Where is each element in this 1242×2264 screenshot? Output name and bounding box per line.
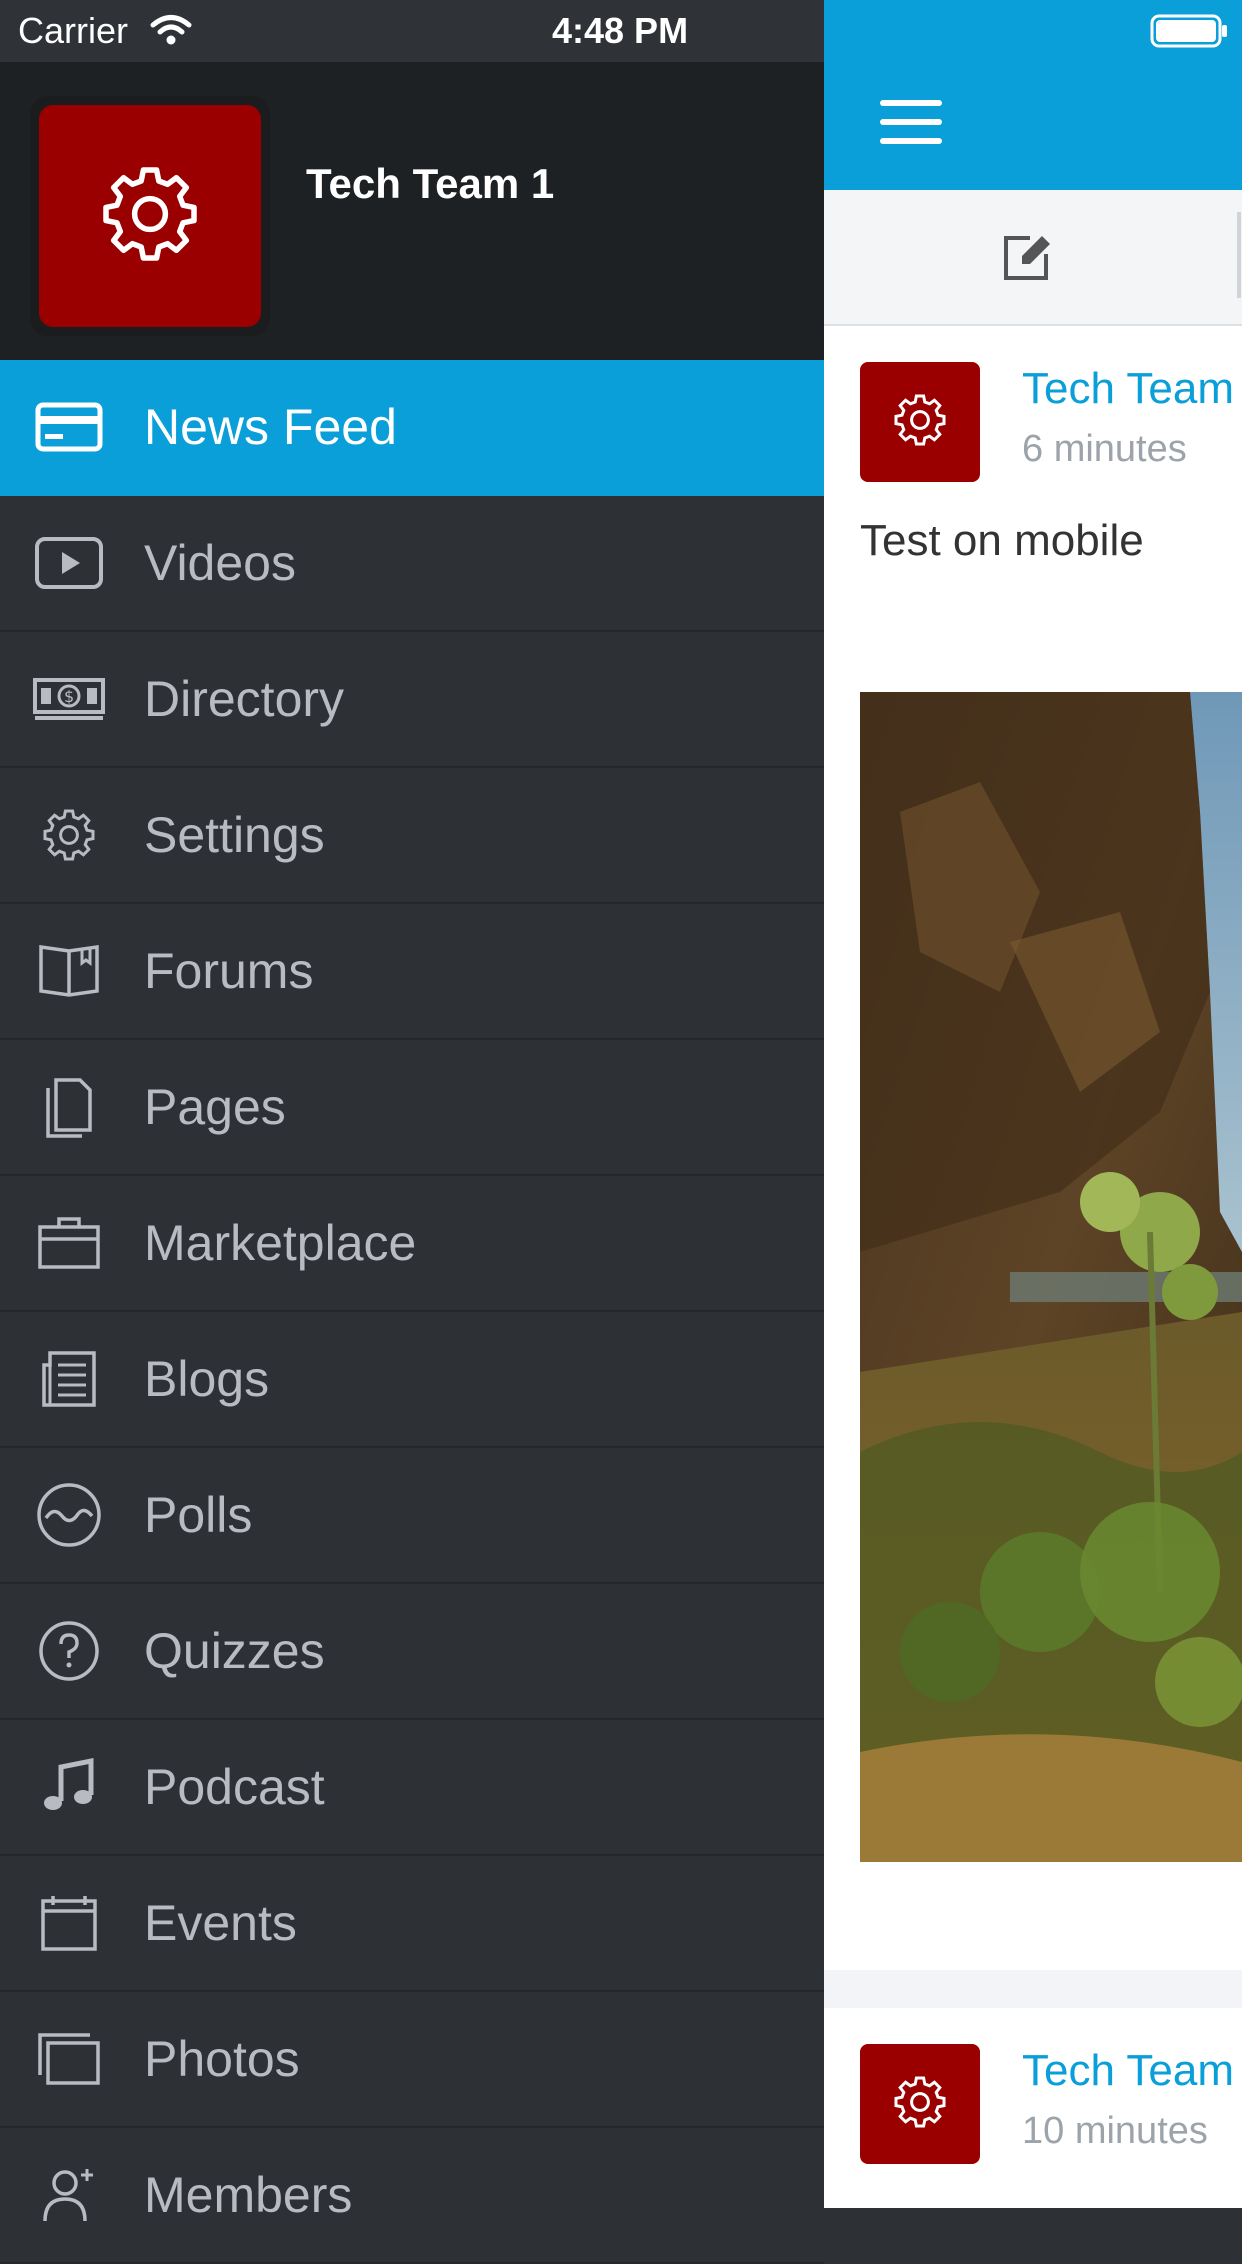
post-author[interactable]: Tech Team xyxy=(1022,364,1234,414)
menu-item-directory[interactable]: $ Directory xyxy=(0,632,824,768)
menu-item-blogs[interactable]: Blogs xyxy=(0,1312,824,1448)
menu-item-label: Photos xyxy=(144,2031,300,2087)
status-bar: Carrier 4:48 PM xyxy=(0,0,1242,62)
compose-icon[interactable] xyxy=(1000,232,1052,289)
book-icon xyxy=(32,934,106,1008)
drawer-header: Tech Team 1 xyxy=(0,62,824,360)
music-note-icon xyxy=(32,1750,106,1824)
menu-item-label: Forums xyxy=(144,943,314,999)
menu-item-polls[interactable]: Polls xyxy=(0,1448,824,1584)
svg-text:$: $ xyxy=(64,687,74,706)
play-icon xyxy=(32,526,106,600)
card-icon xyxy=(32,390,106,464)
menu-item-label: Quizzes xyxy=(144,1623,325,1679)
feed-post: Tech Team 10 minutes xyxy=(824,2008,1242,2208)
battery-icon xyxy=(1150,14,1230,53)
main-content: Tech Team 6 minutes Test on mobile Tech … xyxy=(824,62,1242,2208)
document-icon xyxy=(32,1070,106,1144)
gear-icon xyxy=(890,390,950,455)
menu-item-label: News Feed xyxy=(144,399,397,455)
status-time: 4:48 PM xyxy=(552,10,689,51)
post-photo[interactable] xyxy=(860,692,1242,1862)
compose-divider xyxy=(1237,212,1241,298)
menu-item-label: Marketplace xyxy=(144,1215,417,1271)
profile-name[interactable]: Tech Team 1 xyxy=(306,160,554,208)
feed-post: Tech Team 6 minutes Test on mobile xyxy=(824,326,1242,1970)
post-timestamp: 6 minutes xyxy=(1022,428,1187,470)
side-drawer: Tech Team 1 News Feed Videos $ Directory… xyxy=(0,62,824,2264)
briefcase-icon xyxy=(32,1206,106,1280)
money-icon: $ xyxy=(32,662,106,736)
wave-icon xyxy=(32,1478,106,1552)
menu-item-label: Members xyxy=(144,2167,353,2223)
menu-item-label: Pages xyxy=(144,1079,286,1135)
profile-avatar-inner xyxy=(39,105,261,327)
top-bar xyxy=(824,62,1242,190)
menu-item-members[interactable]: Members xyxy=(0,2128,824,2264)
menu-item-label: Polls xyxy=(144,1487,253,1543)
drawer-menu: News Feed Videos $ Directory Settings Fo… xyxy=(0,360,824,2264)
gear-icon xyxy=(32,798,106,872)
menu-item-label: Directory xyxy=(144,671,345,727)
compose-bar xyxy=(824,190,1242,326)
menu-item-videos[interactable]: Videos xyxy=(0,496,824,632)
menu-item-label: Events xyxy=(144,1895,297,1951)
menu-item-events[interactable]: Events xyxy=(0,1856,824,1992)
menu-item-settings[interactable]: Settings xyxy=(0,768,824,904)
menu-item-forums[interactable]: Forums xyxy=(0,904,824,1040)
newspaper-icon xyxy=(32,1342,106,1416)
post-avatar[interactable] xyxy=(860,2044,980,2164)
menu-item-pages[interactable]: Pages xyxy=(0,1040,824,1176)
post-author[interactable]: Tech Team xyxy=(1022,2046,1234,2096)
menu-item-podcast[interactable]: Podcast xyxy=(0,1720,824,1856)
calendar-icon xyxy=(32,1886,106,1960)
menu-item-news-feed[interactable]: News Feed xyxy=(0,360,824,496)
gear-icon xyxy=(95,159,205,274)
menu-item-label: Settings xyxy=(144,807,325,863)
post-avatar[interactable] xyxy=(860,362,980,482)
carrier-label: Carrier xyxy=(18,10,129,51)
wifi-icon xyxy=(150,14,192,51)
menu-icon[interactable] xyxy=(880,100,942,150)
post-text: Test on mobile xyxy=(860,516,1144,565)
menu-item-marketplace[interactable]: Marketplace xyxy=(0,1176,824,1312)
photos-icon xyxy=(32,2022,106,2096)
gear-icon xyxy=(890,2072,950,2137)
post-timestamp: 10 minutes xyxy=(1022,2110,1208,2152)
menu-item-label: Blogs xyxy=(144,1351,270,1407)
menu-item-label: Videos xyxy=(144,535,296,591)
menu-item-label: Podcast xyxy=(144,1759,325,1815)
menu-item-photos[interactable]: Photos xyxy=(0,1992,824,2128)
menu-item-quizzes[interactable]: Quizzes xyxy=(0,1584,824,1720)
user-add-icon xyxy=(32,2158,106,2232)
question-icon xyxy=(32,1614,106,1688)
profile-avatar[interactable] xyxy=(30,96,270,336)
